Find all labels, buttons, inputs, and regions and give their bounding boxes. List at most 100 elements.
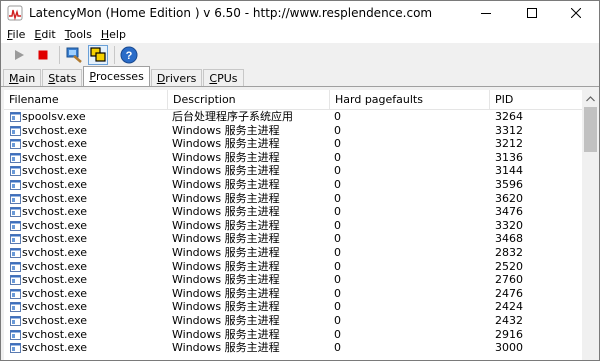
cell-hard-pagefaults: 0 [334, 232, 341, 246]
cell-hard-pagefaults: 0 [334, 191, 341, 205]
cell-pid: 2760 [495, 273, 523, 287]
executable-icon [10, 125, 21, 136]
cell-filename: svchost.exe [22, 259, 88, 273]
table-row[interactable]: svchost.exe Windows 服务主进程 0 2476 [4, 287, 582, 301]
table-row[interactable]: svchost.exe Windows 服务主进程 0 2916 [4, 328, 582, 342]
table-row[interactable]: svchost.exe Windows 服务主进程 0 3596 [4, 178, 582, 192]
table-row[interactable]: svchost.exe Windows 服务主进程 0 2832 [4, 246, 582, 260]
executable-icon [10, 329, 21, 340]
cell-description: Windows 服务主进程 [172, 327, 280, 341]
table-row[interactable]: svchost.exe Windows 服务主进程 0 3136 [4, 151, 582, 165]
cell-hard-pagefaults: 0 [334, 110, 341, 123]
vertical-scrollbar[interactable] [582, 90, 599, 360]
tab-cpus[interactable]: C PUs [203, 69, 244, 86]
close-icon [571, 8, 581, 18]
analyze-button[interactable] [64, 45, 84, 65]
executable-icon [10, 275, 21, 286]
menu-file[interactable]: File [7, 28, 25, 41]
table-row[interactable]: svchost.exe Windows 服务主进程 0 3312 [4, 124, 582, 138]
table-row[interactable]: svchost.exe Windows 服务主进程 0 3144 [4, 164, 582, 178]
cell-filename: svchost.exe [22, 123, 88, 137]
cell-pid: 3136 [495, 150, 523, 164]
app-window: LatencyMon (Home Edition ) v 6.50 - http… [0, 0, 600, 361]
column-header-hard-pagefaults[interactable]: Hard pagefaults [330, 90, 490, 109]
column-header-pid[interactable]: PID [490, 90, 582, 109]
column-header-description[interactable]: Description [168, 90, 330, 109]
scroll-up-button[interactable] [582, 90, 599, 107]
cell-description: Windows 服务主进程 [172, 341, 280, 355]
cell-hard-pagefaults: 0 [334, 259, 341, 273]
cell-pid: 3468 [495, 232, 523, 246]
help-button[interactable]: ? [119, 45, 139, 65]
cell-pid: 3476 [495, 205, 523, 219]
cell-description: Windows 服务主进程 [172, 123, 280, 137]
cell-filename: svchost.exe [22, 178, 88, 191]
executable-icon [10, 193, 21, 204]
cell-description: Windows 服务主进程 [172, 286, 280, 300]
menu-edit[interactable]: Edit [34, 28, 55, 41]
table-row[interactable]: svchost.exe Windows 服务主进程 0 3468 [4, 232, 582, 246]
executable-icon [10, 180, 21, 190]
stop-icon [38, 50, 48, 60]
table-row[interactable]: svchost.exe Windows 服务主进程 0 3620 [4, 192, 582, 206]
close-button[interactable] [553, 1, 599, 25]
tab-stats[interactable]: Stats [42, 69, 83, 86]
cell-pid: 2916 [495, 327, 523, 341]
cell-filename: svchost.exe [22, 246, 88, 259]
cell-filename: svchost.exe [22, 218, 88, 232]
executable-icon [10, 207, 21, 218]
cell-description: Windows 服务主进程 [172, 178, 280, 191]
windows-button[interactable] [88, 45, 108, 65]
cell-pid: 2832 [495, 246, 523, 259]
executable-icon [10, 302, 21, 313]
cell-hard-pagefaults: 0 [334, 150, 341, 164]
table-row[interactable]: spoolsv.exe 后台处理程序子系统应用 0 3264 [4, 110, 582, 124]
cell-pid: 3312 [495, 123, 523, 137]
cell-description: Windows 服务主进程 [172, 205, 280, 219]
scrollbar-thumb[interactable] [584, 107, 597, 152]
table-row[interactable]: svchost.exe Windows 服务主进程 0 3212 [4, 137, 582, 151]
maximize-button[interactable] [509, 1, 555, 25]
table-row[interactable]: svchost.exe Windows 服务主进程 0 2424 [4, 300, 582, 314]
table-row[interactable]: svchost.exe Windows 服务主进程 0 3476 [4, 205, 582, 219]
cell-hard-pagefaults: 0 [334, 137, 341, 151]
executable-icon [10, 220, 21, 231]
tab-processes[interactable]: Processes [83, 66, 150, 86]
windows-icon [90, 47, 106, 62]
table-row[interactable]: svchost.exe Windows 服务主进程 0 3000 [4, 341, 582, 355]
menu-bar: File Edit Tools Help [1, 25, 599, 43]
table-row[interactable]: svchost.exe Windows 服务主进程 0 2760 [4, 273, 582, 287]
menu-tools[interactable]: Tools [65, 28, 92, 41]
latencymon-app-icon [7, 5, 23, 21]
column-header-filename[interactable]: Filename [4, 90, 168, 109]
cell-description: Windows 服务主进程 [172, 246, 280, 259]
tab-main[interactable]: Main [3, 69, 42, 86]
window-title: LatencyMon (Home Edition ) v 6.50 - http… [29, 6, 433, 20]
cell-description: Windows 服务主进程 [172, 314, 280, 327]
cell-filename: svchost.exe [22, 341, 88, 355]
executable-icon [10, 316, 21, 326]
minimize-button[interactable] [463, 1, 509, 25]
menu-help[interactable]: Help [101, 28, 126, 41]
tab-drivers[interactable]: Drivers [150, 69, 203, 86]
cell-description: Windows 服务主进程 [172, 137, 280, 151]
chevron-up-icon [586, 95, 595, 101]
stop-monitor-button[interactable] [33, 45, 53, 65]
title-bar: LatencyMon (Home Edition ) v 6.50 - http… [1, 1, 599, 25]
start-monitor-button[interactable] [9, 45, 29, 65]
tab-bar: Main Stats Processes Drivers C PUs [1, 66, 599, 87]
maximize-icon [527, 8, 537, 18]
cell-hard-pagefaults: 0 [334, 218, 341, 232]
cell-hard-pagefaults: 0 [334, 178, 341, 191]
cell-hard-pagefaults: 0 [334, 300, 341, 314]
play-icon [15, 50, 24, 60]
executable-icon [10, 166, 21, 177]
cell-description: Windows 服务主进程 [172, 150, 280, 164]
table-row[interactable]: svchost.exe Windows 服务主进程 0 2520 [4, 260, 582, 274]
cell-pid: 2476 [495, 286, 523, 300]
cell-pid: 3596 [495, 178, 523, 191]
table-row[interactable]: svchost.exe Windows 服务主进程 0 3320 [4, 219, 582, 233]
svg-text:?: ? [126, 50, 133, 62]
table-row[interactable]: svchost.exe Windows 服务主进程 0 2432 [4, 314, 582, 328]
processes-table: Filename Description Hard pagefaults PID… [4, 90, 582, 360]
